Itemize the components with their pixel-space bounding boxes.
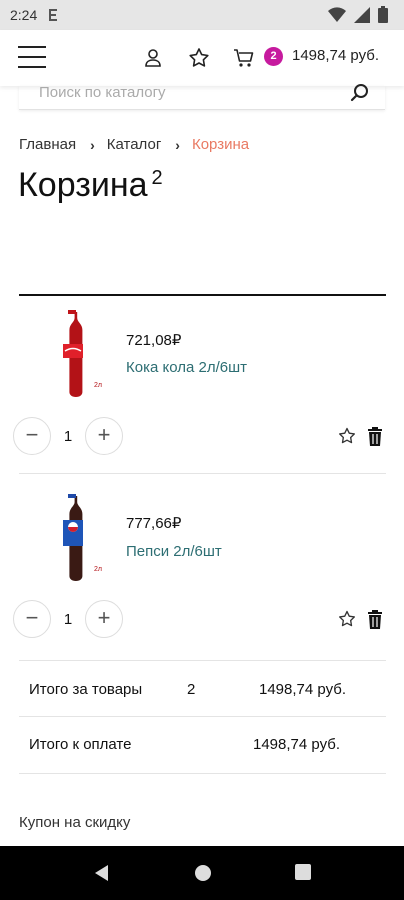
trash-icon[interactable] (365, 426, 385, 446)
breadcrumb: Главная › Каталог › Корзина (19, 136, 249, 153)
menu-icon[interactable] (18, 46, 46, 70)
home-icon[interactable] (193, 863, 213, 883)
summary-payment-total: 1498,74 руб. (253, 736, 340, 753)
status-bar: 2:24 (0, 0, 404, 30)
signal-icon (354, 6, 370, 23)
divider (19, 473, 386, 474)
product-volume-label: 2л (94, 382, 102, 389)
chevron-right-icon: › (175, 136, 180, 153)
product-price: 777,66₽ (126, 515, 182, 532)
search-bar (19, 84, 385, 110)
cart-icon[interactable] (232, 46, 256, 70)
search-input[interactable] (39, 84, 339, 101)
battery-icon (378, 6, 388, 23)
product-name[interactable]: Кока кола 2л/6шт (126, 359, 247, 376)
breadcrumb-current: Корзина (191, 136, 250, 153)
search-icon[interactable] (349, 82, 371, 104)
divider (19, 716, 386, 717)
favorite-star-icon[interactable] (337, 426, 357, 446)
quantity-decrease-button[interactable]: − (13, 600, 51, 638)
chevron-right-icon: › (90, 136, 95, 153)
system-nav-bar (0, 846, 404, 900)
breadcrumb-catalog[interactable]: Каталог (107, 136, 162, 153)
app-header: 2 1498,74 руб. (0, 30, 404, 86)
header-cart-total[interactable]: 1498,74 руб. (292, 47, 379, 64)
wifi-icon (328, 6, 346, 22)
trash-icon[interactable] (365, 609, 385, 629)
quantity-value[interactable]: 1 (58, 611, 78, 628)
product-price: 721,08₽ (126, 332, 182, 349)
breadcrumb-home[interactable]: Главная (19, 136, 76, 153)
summary-goods-label: Итого за товары (29, 681, 143, 698)
product-image-pepsi[interactable]: 2л (50, 494, 110, 584)
divider (19, 660, 386, 661)
quantity-increase-button[interactable]: + (85, 417, 123, 455)
quantity-value[interactable]: 1 (58, 428, 78, 445)
favorites-icon[interactable] (187, 46, 211, 70)
page-title-count: 2 (151, 166, 163, 189)
coupon-label[interactable]: Купон на скидку (19, 814, 130, 831)
recents-icon[interactable] (294, 863, 312, 881)
favorite-star-icon[interactable] (337, 609, 357, 629)
status-time: 2:24 (10, 7, 38, 23)
product-image-coca-cola[interactable]: 2л (50, 310, 110, 400)
page-title-text: Корзина (18, 166, 148, 204)
page-title: Корзина 2 (18, 166, 163, 205)
back-icon[interactable] (92, 863, 110, 883)
quantity-decrease-button[interactable]: − (13, 417, 51, 455)
quantity-increase-button[interactable]: + (85, 600, 123, 638)
divider (19, 294, 386, 296)
user-icon[interactable] (141, 46, 165, 70)
divider (19, 773, 386, 774)
summary-goods-total: 1498,74 руб. (259, 681, 346, 698)
notification-icon (49, 9, 57, 21)
product-name[interactable]: Пепси 2л/6шт (126, 543, 222, 560)
cart-count-badge[interactable]: 2 (264, 47, 283, 66)
product-volume-label: 2л (94, 566, 102, 573)
summary-goods-count: 2 (187, 681, 196, 698)
summary-payment-label: Итого к оплате (29, 736, 132, 753)
